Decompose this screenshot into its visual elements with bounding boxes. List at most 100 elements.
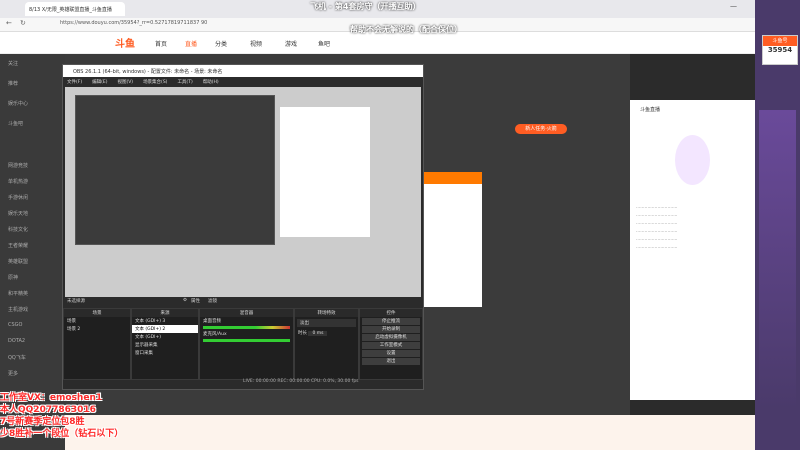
- dock-title: 控件: [360, 309, 422, 317]
- controls-dock: 控件 停止推流 开始录制 启动虚拟摄像机 工作室模式 设置 退出: [359, 308, 423, 380]
- gift-bar: [65, 415, 755, 450]
- exit-button[interactable]: 退出: [362, 358, 420, 365]
- sidebar-item[interactable]: 手游休闲: [8, 194, 28, 201]
- room-badge: 斗鱼号 35954: [762, 35, 798, 65]
- settings-button[interactable]: 设置: [362, 350, 420, 357]
- mixer-item: 麦克风/Aux: [203, 332, 227, 337]
- start-recording-button[interactable]: 开始录制: [362, 326, 420, 333]
- mixer-item: 桌面音频: [203, 319, 221, 324]
- gear-icon[interactable]: ⚙: [183, 298, 187, 303]
- sidebar-item[interactable]: 关注: [8, 60, 18, 67]
- sidebar-item[interactable]: 推荐: [8, 80, 18, 87]
- nav-video[interactable]: 视频: [250, 39, 262, 48]
- browser-tab[interactable]: 8/13 X/无限_英雄联盟直播_斗鱼直播: [25, 2, 125, 16]
- nav-category[interactable]: 分类: [215, 39, 227, 48]
- dock-title: 混音器: [200, 309, 293, 317]
- filters-button[interactable]: 滤镜: [208, 298, 217, 304]
- sidebar-item[interactable]: 斗鱼吧: [8, 120, 23, 127]
- chat-panel-title: 斗鱼直播: [640, 107, 661, 113]
- overlay-line3: 7号新赛季定位包8胜: [0, 417, 85, 427]
- dialog-header: [422, 172, 482, 184]
- sources-dock: 来源 文本 (GDI+) 3 文本 (GDI+) 2 文本 (GDI+) 显示器…: [131, 308, 199, 380]
- virtual-camera-button[interactable]: 启动虚拟摄像机: [362, 334, 420, 341]
- sidebar-item[interactable]: 娱乐中心: [8, 100, 28, 107]
- source-item[interactable]: 文本 (GDI+) 2: [132, 325, 198, 333]
- site-sidebar: 关注 推荐 娱乐中心 斗鱼吧 网游竞技 单机热游 手游休闲 娱乐天地 科技文化 …: [0, 54, 65, 450]
- dock-title: 转场特效: [295, 309, 358, 317]
- source-item[interactable]: 文本 (GDI+) 3: [132, 317, 198, 325]
- overlay-line4: 少8胜补一个段位（钻石以下）: [0, 429, 124, 439]
- transition-select[interactable]: 淡出: [297, 319, 356, 327]
- chat-messages: ····························· ···········…: [636, 206, 678, 251]
- sidebar-item[interactable]: 英雄联盟: [8, 258, 28, 265]
- menu-view[interactable]: 视图(V): [117, 79, 133, 85]
- source-item[interactable]: 窗口采集: [132, 349, 198, 357]
- menu-edit[interactable]: 编辑(E): [92, 79, 107, 85]
- nav-fishbar[interactable]: 鱼吧: [318, 39, 330, 48]
- mixer-dock: 混音器 桌面音频 麦克风/Aux: [199, 308, 294, 380]
- sidebar-item[interactable]: 更多: [8, 370, 18, 377]
- dock-title: 来源: [132, 309, 198, 317]
- sidebar-item[interactable]: 原神: [8, 274, 18, 281]
- sidebar-item[interactable]: 单机热游: [8, 178, 28, 185]
- sidebar-item[interactable]: 科技文化: [8, 226, 28, 233]
- dock-title: 场景: [64, 309, 130, 317]
- nested-preview: [75, 95, 275, 245]
- menu-file[interactable]: 文件(F): [67, 79, 82, 85]
- back-icon[interactable]: ←: [6, 19, 12, 27]
- promo-rail: [755, 0, 800, 450]
- transitions-dock: 转场特效 淡出 时长 0 ms: [294, 308, 359, 380]
- nested-page: [280, 107, 370, 237]
- site-header: 斗鱼 首页 直播 分类 视频 游戏 鱼吧: [0, 32, 800, 54]
- scene-item[interactable]: 场景: [64, 317, 130, 325]
- mascot-icon: [675, 135, 710, 185]
- obs-menubar: 文件(F) 编辑(E) 视图(V) 场景集合(S) 工具(T) 帮助(H): [63, 77, 423, 86]
- refresh-icon[interactable]: ↻: [20, 19, 26, 27]
- chat-panel: 斗鱼直播 ····························· ······…: [630, 100, 755, 400]
- obs-window: OBS 26.1.1 (64-bit, windows) - 配置文件: 未命名…: [62, 64, 424, 390]
- source-item[interactable]: 文本 (GDI+): [132, 333, 198, 341]
- sidebar-item[interactable]: 网游竞技: [8, 162, 28, 169]
- badge-label: 斗鱼号: [763, 36, 797, 46]
- nav-game[interactable]: 游戏: [285, 39, 297, 48]
- source-item[interactable]: 显示器采集: [132, 341, 198, 349]
- overlay-top-line1: 飞机 - 第4套房守（开播互助）: [310, 2, 421, 11]
- menu-help[interactable]: 帮助(H): [203, 79, 219, 85]
- nav-live[interactable]: 直播: [185, 39, 197, 48]
- scene-item[interactable]: 场景 2: [64, 325, 130, 333]
- url-text: https://www.douyu.com/35954?_rr=0.527178…: [60, 20, 208, 26]
- scenes-dock: 场景 场景 场景 2: [63, 308, 131, 380]
- volume-meter[interactable]: [203, 326, 290, 329]
- obs-preview[interactable]: [65, 87, 421, 297]
- site-logo[interactable]: 斗鱼: [115, 35, 135, 50]
- sidebar-item[interactable]: 王者荣耀: [8, 242, 28, 249]
- obs-status-bar: LIVE: 00:00:00 REC: 00:00:00 CPU: 0.0%, …: [243, 379, 359, 384]
- menu-tools[interactable]: 工具(T): [177, 79, 192, 85]
- overlay-line1: 工作室VX：emoshen1: [0, 393, 103, 403]
- overlay-top-line2: 帮助不会无解说的（配合保位）: [350, 25, 462, 34]
- sidebar-item[interactable]: QQ飞车: [8, 354, 26, 361]
- overlay-contact: 工作室VX：emoshen1 本人QQ2077863016 7号新赛季定位包8胜…: [0, 392, 123, 440]
- obs-title-text: OBS 26.1.1 (64-bit, windows) - 配置文件: 未命名…: [73, 68, 223, 75]
- menu-scene-collection[interactable]: 场景集合(S): [143, 79, 167, 85]
- popup-dialog: [422, 172, 482, 307]
- obs-titlebar: OBS 26.1.1 (64-bit, windows) - 配置文件: 未命名…: [63, 65, 423, 77]
- volume-meter[interactable]: [203, 339, 290, 342]
- promo-banner[interactable]: [759, 110, 796, 410]
- nav-home[interactable]: 首页: [155, 39, 167, 48]
- task-button[interactable]: 新人任务·火箭: [515, 124, 567, 134]
- duration-label: 时长: [298, 331, 307, 336]
- overlay-line2: 本人QQ2077863016: [0, 405, 96, 415]
- sidebar-item[interactable]: 和平精英: [8, 290, 28, 297]
- no-source-label: 未选择源: [67, 299, 85, 304]
- stop-streaming-button[interactable]: 停止推流: [362, 318, 420, 325]
- properties-button[interactable]: 属性: [191, 298, 200, 304]
- sidebar-item[interactable]: DOTA2: [8, 338, 25, 344]
- sidebar-item[interactable]: 娱乐天地: [8, 210, 28, 217]
- badge-number: 35954: [767, 46, 793, 54]
- minimize-icon[interactable]: —: [730, 2, 737, 10]
- sidebar-item[interactable]: 主机游戏: [8, 306, 28, 313]
- duration-input[interactable]: 0 ms: [308, 331, 328, 336]
- studio-mode-button[interactable]: 工作室模式: [362, 342, 420, 349]
- sidebar-item[interactable]: CSGO: [8, 322, 22, 328]
